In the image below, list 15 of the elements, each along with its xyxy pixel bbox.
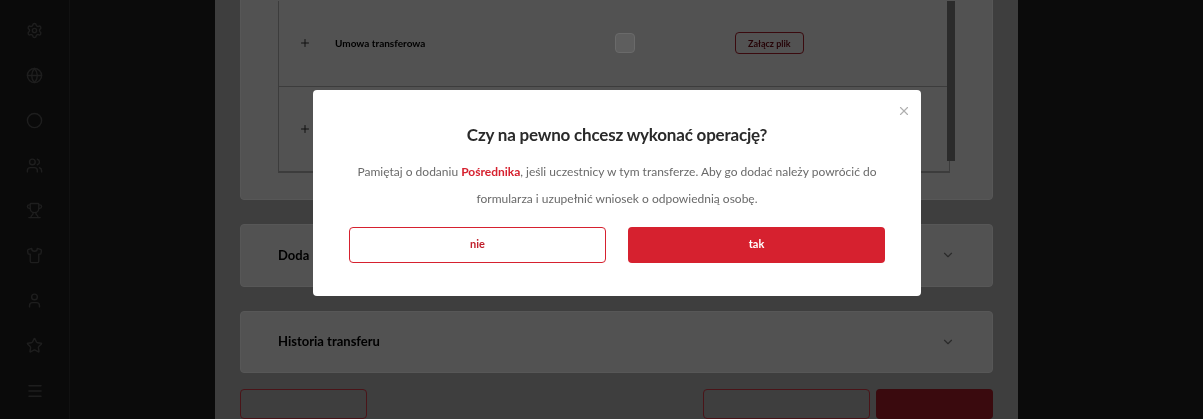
section-header[interactable]: Historia transferu — [240, 310, 993, 373]
section-title: Historia transferu — [278, 332, 380, 352]
cancel-button[interactable]: nie — [349, 226, 606, 263]
close-icon[interactable] — [897, 104, 911, 118]
primary-button[interactable] — [876, 389, 993, 419]
section-title: Doda — [278, 245, 310, 265]
expand-icon[interactable] — [299, 37, 311, 50]
confirm-button[interactable]: tak — [628, 226, 885, 263]
back-button[interactable] — [240, 389, 367, 419]
checkbox[interactable] — [615, 33, 635, 54]
dialog-message: Pamiętaj o dodaniu Pośrednika, jeśli uczestnicy w tym transferze. Aby go dodać należy powrócić do formularza i uzupełnić wniosek o odpowiednią osobę. — [356, 162, 878, 208]
expand-icon[interactable] — [299, 122, 311, 135]
secondary-button[interactable] — [703, 389, 870, 419]
dialog-title: Czy na pewno chcesz wykonać operację? — [466, 123, 768, 147]
document-name: Umowa transferowa — [335, 35, 427, 51]
